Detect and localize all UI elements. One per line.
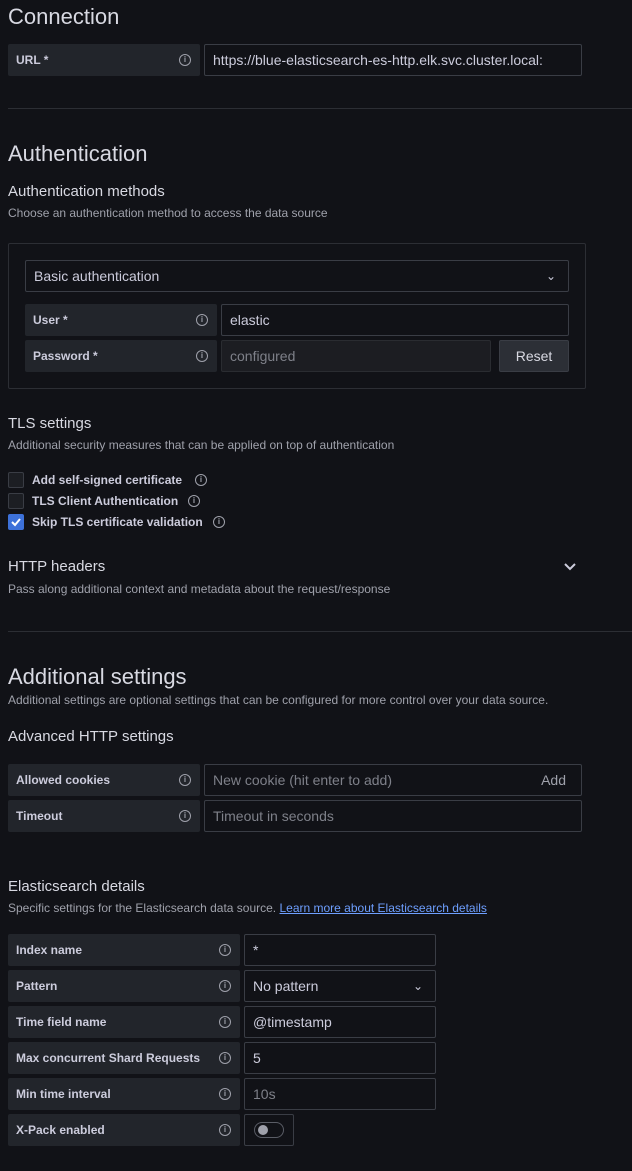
info-icon[interactable]: i xyxy=(195,474,207,486)
time-field-value: @timestamp xyxy=(253,1014,332,1030)
self-signed-label: Add self-signed certificate xyxy=(32,473,183,487)
url-input[interactable]: https://blue-elasticsearch-es-http.elk.s… xyxy=(204,44,582,76)
reset-button[interactable]: Reset xyxy=(499,340,569,372)
chevron-down-icon: ⌄ xyxy=(412,979,423,993)
pattern-select[interactable]: No pattern ⌄ xyxy=(244,970,436,1002)
min-interval-placeholder: 10s xyxy=(253,1086,276,1102)
time-field-label: Time field name i xyxy=(8,1006,240,1038)
additional-title: Additional settings xyxy=(8,664,187,689)
add-cookie-button[interactable]: Add xyxy=(541,772,566,788)
tls-title: TLS settings xyxy=(8,415,92,432)
url-value: https://blue-elasticsearch-es-http.elk.s… xyxy=(213,52,543,68)
authentication-title: Authentication xyxy=(8,141,148,166)
user-input[interactable]: elastic xyxy=(221,304,569,336)
max-shard-value: 5 xyxy=(253,1050,261,1066)
xpack-label: X-Pack enabled i xyxy=(8,1114,240,1146)
timeout-input[interactable]: Timeout in seconds xyxy=(204,800,582,832)
auth-methods-desc: Choose an authentication method to acces… xyxy=(8,206,328,220)
user-label: User * i xyxy=(25,304,217,336)
info-icon[interactable]: i xyxy=(188,495,200,507)
xpack-toggle-wrapper xyxy=(244,1114,294,1146)
time-field-input[interactable]: @timestamp xyxy=(244,1006,436,1038)
es-learn-more-link[interactable]: Learn more about Elasticsearch details xyxy=(279,901,486,915)
auth-method-select[interactable]: Basic authentication ⌄ xyxy=(25,260,569,292)
index-name-text: Index name xyxy=(16,943,83,957)
info-icon[interactable]: i xyxy=(219,1052,231,1064)
auth-methods-title: Authentication methods xyxy=(8,183,165,200)
xpack-text: X-Pack enabled xyxy=(16,1123,105,1137)
http-headers-title: HTTP headers xyxy=(8,558,106,575)
skip-tls-checkbox[interactable] xyxy=(8,514,24,530)
user-value: elastic xyxy=(230,312,270,328)
info-icon[interactable]: i xyxy=(179,774,191,786)
es-title: Elasticsearch details xyxy=(8,878,145,895)
timeout-placeholder: Timeout in seconds xyxy=(213,808,334,824)
info-icon[interactable]: i xyxy=(219,1088,231,1100)
min-interval-text: Min time interval xyxy=(16,1087,111,1101)
skip-tls-label: Skip TLS certificate validation xyxy=(32,515,203,529)
check-icon xyxy=(11,518,21,527)
password-label: Password * i xyxy=(25,340,217,372)
http-headers-desc: Pass along additional context and metada… xyxy=(8,582,391,596)
allowed-cookies-label: Allowed cookies i xyxy=(8,764,200,796)
es-desc: Specific settings for the Elasticsearch … xyxy=(8,901,487,915)
max-shard-label: Max concurrent Shard Requests i xyxy=(8,1042,240,1074)
divider xyxy=(8,108,632,109)
additional-desc: Additional settings are optional setting… xyxy=(8,693,549,707)
info-icon[interactable]: i xyxy=(179,54,191,66)
tls-client-auth-checkbox[interactable] xyxy=(8,493,24,509)
info-icon[interactable]: i xyxy=(219,944,231,956)
time-field-text: Time field name xyxy=(16,1015,107,1029)
es-desc-text: Specific settings for the Elasticsearch … xyxy=(8,901,277,915)
max-shard-text: Max concurrent Shard Requests xyxy=(16,1051,201,1065)
index-name-label: Index name i xyxy=(8,934,240,966)
divider xyxy=(8,631,632,632)
tls-desc: Additional security measures that can be… xyxy=(8,438,395,452)
info-icon[interactable]: i xyxy=(196,350,208,362)
chevron-down-icon: ⌄ xyxy=(545,269,556,283)
password-input: configured xyxy=(221,340,491,372)
auth-method-value: Basic authentication xyxy=(34,268,160,284)
pattern-value: No pattern xyxy=(253,978,319,994)
tls-client-auth-label: TLS Client Authentication xyxy=(32,494,179,508)
min-interval-input[interactable]: 10s xyxy=(244,1078,436,1110)
max-shard-input[interactable]: 5 xyxy=(244,1042,436,1074)
info-icon[interactable]: i xyxy=(219,1124,231,1136)
allowed-cookies-text: Allowed cookies xyxy=(16,773,111,787)
index-name-value: * xyxy=(253,942,259,958)
connection-title: Connection xyxy=(8,4,120,29)
password-label-text: Password * xyxy=(33,349,98,363)
advanced-http-title: Advanced HTTP settings xyxy=(8,728,174,745)
url-label: URL * i xyxy=(8,44,200,76)
self-signed-checkbox[interactable] xyxy=(8,472,24,488)
pattern-label: Pattern i xyxy=(8,970,240,1002)
http-headers-expand[interactable] xyxy=(562,558,578,574)
min-interval-label: Min time interval i xyxy=(8,1078,240,1110)
user-label-text: User * xyxy=(33,313,68,327)
xpack-toggle[interactable] xyxy=(254,1122,284,1138)
chevron-down-icon xyxy=(564,563,576,571)
pattern-label-text: Pattern xyxy=(16,979,58,993)
info-icon[interactable]: i xyxy=(219,980,231,992)
url-label-text: URL * xyxy=(16,53,49,67)
info-icon[interactable]: i xyxy=(219,1016,231,1028)
timeout-label-text: Timeout xyxy=(16,809,63,823)
info-icon[interactable]: i xyxy=(213,516,225,528)
info-icon[interactable]: i xyxy=(196,314,208,326)
index-name-input[interactable]: * xyxy=(244,934,436,966)
timeout-label: Timeout i xyxy=(8,800,200,832)
info-icon[interactable]: i xyxy=(179,810,191,822)
cookie-placeholder: New cookie (hit enter to add) xyxy=(213,772,392,788)
cookie-input[interactable]: New cookie (hit enter to add) Add xyxy=(204,764,582,796)
password-value: configured xyxy=(230,348,296,364)
toggle-knob xyxy=(258,1125,268,1135)
